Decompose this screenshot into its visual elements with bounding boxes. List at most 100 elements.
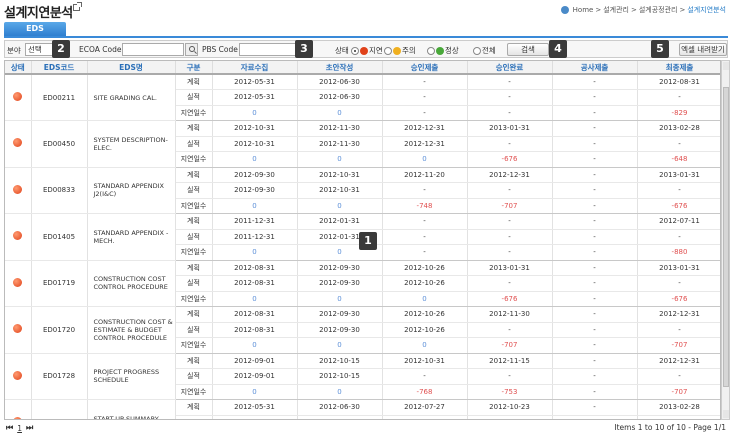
table-row[interactable]: ED00450 SYSTEM DESCRIPTION-ELEC. 계획 2012-10… xyxy=(5,120,720,168)
date-cell: - xyxy=(637,415,720,419)
date-cell: 2012-11-20 xyxy=(382,167,468,183)
date-cell: 0 xyxy=(297,151,383,168)
eds-name-cell[interactable]: CONSTRUCTION COST CONTROL PROCEDURE xyxy=(87,260,176,307)
date-cell: 2012-05-31 xyxy=(212,399,298,416)
date-cell: - xyxy=(552,136,638,152)
date-cell: - xyxy=(552,399,638,416)
search-button[interactable]: 검색 xyxy=(507,43,549,56)
date-cell: - xyxy=(552,244,638,261)
date-cell: -676 xyxy=(467,151,553,168)
column-header[interactable]: 구분 xyxy=(175,61,213,75)
scroll-down-icon[interactable] xyxy=(723,410,729,418)
date-cell: 2013-01-31 xyxy=(637,167,720,183)
badge-1: 1 xyxy=(359,232,377,250)
table-row[interactable]: ED01720 CONSTRUCTION COST & ESTIMATE & BU… xyxy=(5,306,720,354)
type-cell: 지연일수 xyxy=(175,105,213,121)
date-cell: -768 xyxy=(382,384,468,400)
eds-name-cell[interactable]: PROJECT PROGRESS SCHEDULE xyxy=(87,353,176,400)
date-cell: 2012-09-30 xyxy=(297,322,383,338)
home-icon xyxy=(560,6,569,14)
date-cell: 2012-12-31 xyxy=(637,353,720,369)
scroll-up-icon[interactable] xyxy=(723,62,729,70)
eds-name-cell[interactable]: STANDARD APPENDIX J2(I&C) xyxy=(87,167,176,214)
table-row[interactable]: ED00833 STANDARD APPENDIX J2(I&C) 계획 2012-0… xyxy=(5,167,720,214)
last-page-icon[interactable]: ⏭ xyxy=(26,423,33,433)
column-header[interactable]: 자료수집 xyxy=(212,61,298,75)
status-dot-icon xyxy=(13,277,23,287)
column-header[interactable]: 승인제출 xyxy=(382,61,468,75)
date-cell: 2012-05-31 xyxy=(212,415,298,419)
eds-code-cell[interactable]: ED01728 xyxy=(31,353,88,400)
date-cell: 0 xyxy=(212,244,298,261)
eds-name-cell[interactable]: SYSTEM DESCRIPTION-ELEC. xyxy=(87,120,176,168)
date-cell: -753 xyxy=(467,384,553,400)
column-header[interactable]: 승인완료 xyxy=(467,61,553,75)
date-cell: - xyxy=(552,120,638,137)
type-cell: 계획 xyxy=(175,353,213,369)
eds-name-cell[interactable]: START-UP SUMMARY SCHEDULE xyxy=(87,399,176,419)
status-radio-caution[interactable]: 주의 xyxy=(384,45,416,56)
date-cell: 2012-09-01 xyxy=(212,368,298,385)
column-header[interactable]: EDS코드 xyxy=(31,61,88,75)
eds-code-cell[interactable]: ED01730 xyxy=(31,399,88,419)
date-cell: 2012-10-31 xyxy=(212,136,298,152)
date-cell: 2012-10-26 xyxy=(382,260,468,276)
date-cell: - xyxy=(637,136,720,152)
status-radio-delay[interactable]: 지연 xyxy=(351,45,383,56)
status-radio-all[interactable]: 전체 xyxy=(473,45,496,56)
date-cell: -707 xyxy=(467,337,553,354)
eds-code-cell[interactable]: ED01719 xyxy=(31,260,88,307)
tab-eds[interactable]: EDS xyxy=(4,22,66,36)
date-cell: - xyxy=(467,415,553,419)
first-page-icon[interactable]: ⏮ xyxy=(6,423,13,433)
eds-code-cell[interactable]: ED01405 xyxy=(31,213,88,261)
eds-name-cell[interactable]: STANDARD APPENDIX - MECH. xyxy=(87,213,176,261)
external-link-icon[interactable] xyxy=(73,2,82,11)
badge-5: 5 xyxy=(651,40,669,58)
table-row[interactable]: ED00211 SITE GRADING CAL. 계획 2012-05-31 2012… xyxy=(5,74,720,121)
type-cell: 실적 xyxy=(175,136,213,152)
date-cell: 2012-07-27 xyxy=(382,399,468,416)
eds-code-cell[interactable]: ED01720 xyxy=(31,306,88,354)
eds-name-cell[interactable]: CONSTRUCTION COST & ESTIMATE & BUDGET CO… xyxy=(87,306,176,354)
scroll-thumb[interactable] xyxy=(723,87,729,387)
date-cell: 2012-10-31 xyxy=(297,182,383,199)
column-header[interactable]: 상태 xyxy=(5,61,32,75)
table-row[interactable]: ED01405 STANDARD APPENDIX - MECH. 계획 2011-1… xyxy=(5,213,720,261)
column-header[interactable]: 최종제출 xyxy=(637,61,720,75)
tab-underline xyxy=(4,36,728,38)
column-header[interactable]: EDS명 xyxy=(87,61,176,75)
date-cell: - xyxy=(467,368,553,385)
pbs-code-input[interactable] xyxy=(239,43,297,56)
table-row[interactable]: ED01719 CONSTRUCTION COST CONTROL PROCEDU… xyxy=(5,260,720,307)
date-cell: - xyxy=(637,368,720,385)
vertical-scrollbar[interactable] xyxy=(721,60,730,420)
breadcrumb-level2[interactable]: 설계공정관리 xyxy=(639,5,678,15)
date-cell: - xyxy=(637,229,720,245)
ecoa-code-input[interactable] xyxy=(122,43,184,56)
date-cell: - xyxy=(467,229,553,245)
eds-code-cell[interactable]: ED00833 xyxy=(31,167,88,214)
type-cell: 계획 xyxy=(175,167,213,183)
status-radio-normal[interactable]: 정상 xyxy=(427,45,459,56)
eds-code-cell[interactable]: ED00211 xyxy=(31,74,88,121)
column-header[interactable]: 공사제출 xyxy=(552,61,638,75)
eds-code-cell[interactable]: ED00450 xyxy=(31,120,88,168)
eds-name-cell[interactable]: SITE GRADING CAL. xyxy=(87,74,176,121)
date-cell: 0 xyxy=(382,151,468,168)
ecoa-search-icon[interactable] xyxy=(185,43,198,56)
date-cell: 2012-06-30 xyxy=(297,89,383,106)
status-cell xyxy=(5,260,32,307)
date-cell: - xyxy=(382,368,468,385)
table-row[interactable]: ED01728 PROJECT PROGRESS SCHEDULE 계획 2012-0… xyxy=(5,353,720,400)
date-cell: - xyxy=(467,182,553,199)
badge-2: 2 xyxy=(52,40,70,58)
breadcrumb-level1[interactable]: 설계관리 xyxy=(603,5,629,15)
excel-download-button[interactable]: 엑셀 내려받기 xyxy=(679,43,727,56)
column-header[interactable]: 초안작성 xyxy=(297,61,383,75)
table-row[interactable]: ED01730START-UP SUMMARY SCHEDULE계획2012-0… xyxy=(5,399,720,419)
breadcrumb-home[interactable]: Home xyxy=(573,6,594,14)
page-number[interactable]: 1 xyxy=(17,424,22,433)
type-cell: 실적 xyxy=(175,368,213,385)
date-cell: -748 xyxy=(382,198,468,214)
